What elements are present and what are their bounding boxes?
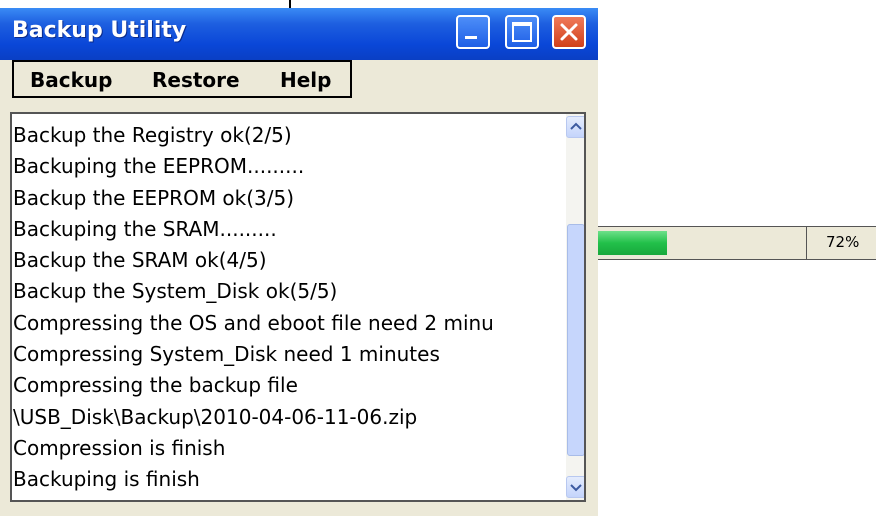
menu-restore[interactable]: Restore bbox=[152, 68, 240, 92]
log-lines: Backup the Registry ok(2/5) Backuping th… bbox=[13, 120, 565, 496]
maximize-button[interactable] bbox=[505, 15, 539, 49]
log-line: \USB_Disk\Backup\2010-04-06-11-06.zip bbox=[13, 404, 418, 429]
progress-bar: 72% bbox=[598, 226, 876, 260]
log-line: Backuping the EEPROM......... bbox=[13, 154, 305, 179]
menu-backup[interactable]: Backup bbox=[30, 68, 112, 92]
close-icon bbox=[560, 23, 578, 41]
log-line: Backup the EEPROM ok(3/5) bbox=[13, 185, 295, 210]
log-listbox[interactable]: Backup the Registry ok(2/5) Backuping th… bbox=[10, 112, 586, 502]
menu-bar: Backup Restore Help bbox=[12, 60, 352, 98]
scroll-down-button[interactable] bbox=[566, 476, 584, 498]
close-button[interactable] bbox=[552, 15, 586, 49]
log-line: Compression is finish bbox=[13, 435, 226, 460]
vertical-scrollbar[interactable] bbox=[566, 114, 584, 500]
progress-percent: 72% bbox=[826, 233, 860, 251]
log-line: Backup the SRAM ok(4/5) bbox=[13, 248, 267, 273]
minimize-icon bbox=[465, 36, 477, 39]
log-line: Backup the Registry ok(2/5) bbox=[13, 123, 292, 147]
log-line: Backuping the SRAM......... bbox=[13, 216, 277, 241]
scroll-thumb[interactable] bbox=[567, 224, 584, 456]
title-bar[interactable]: Backup Utility bbox=[0, 8, 598, 60]
arrow-down-icon bbox=[570, 484, 582, 492]
minimize-button[interactable] bbox=[456, 15, 490, 49]
backup-utility-window: Backup Utility Backup Restore Help Backu… bbox=[0, 8, 598, 516]
status-strip bbox=[0, 504, 598, 516]
arrow-up-icon bbox=[570, 122, 582, 130]
log-line: Compressing the backup file bbox=[13, 373, 298, 398]
window-title: Backup Utility bbox=[12, 18, 187, 43]
log-line: Compressing System_Disk need 1 minutes bbox=[13, 342, 440, 367]
log-line: Backuping is finish bbox=[13, 467, 200, 492]
progress-track bbox=[598, 227, 807, 259]
progress-fill bbox=[598, 231, 667, 255]
log-line: Compressing the OS and eboot file need 2… bbox=[13, 310, 494, 335]
scroll-up-button[interactable] bbox=[566, 116, 584, 138]
menu-help[interactable]: Help bbox=[280, 68, 331, 92]
maximize-icon bbox=[512, 22, 532, 42]
log-line: Backup the System_Disk ok(5/5) bbox=[13, 279, 338, 304]
